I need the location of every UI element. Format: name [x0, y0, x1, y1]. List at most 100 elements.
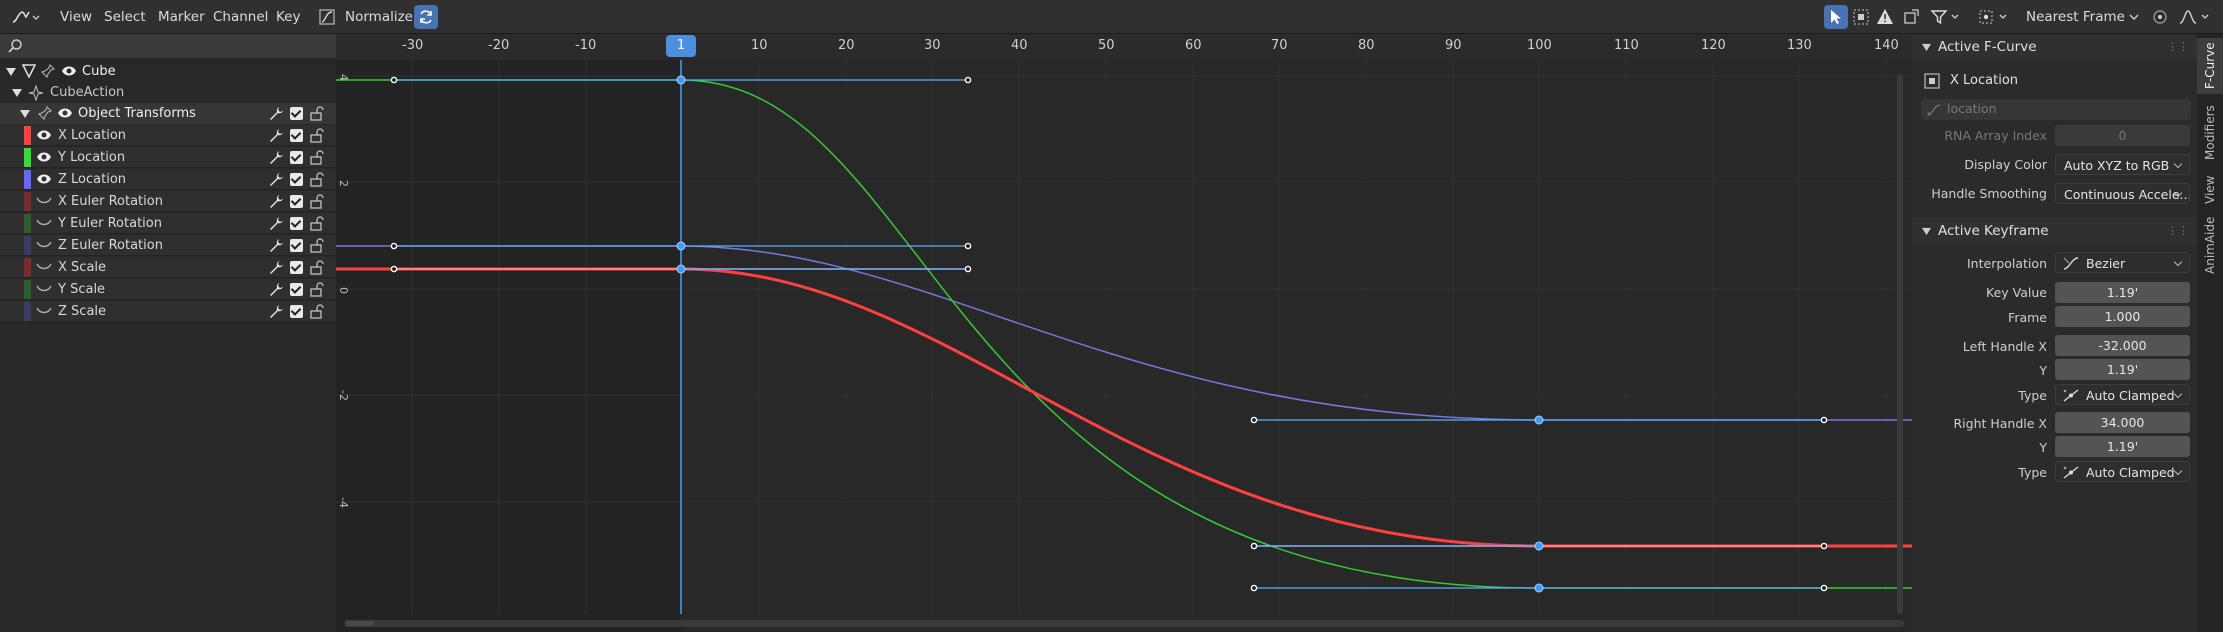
channel-item-x-euler-rotation[interactable]: X Euler Rotation [0, 191, 336, 212]
transform-button[interactable] [1900, 5, 1922, 29]
filter-dropdown[interactable] [1928, 5, 1964, 29]
rna-index-field[interactable]: 0 [2055, 125, 2190, 146]
lock-icon[interactable] [309, 106, 324, 121]
wrench-icon[interactable] [269, 238, 284, 253]
eye-closed-icon[interactable] [36, 240, 52, 250]
graph-area[interactable]: 4 2 0 -2 -4 [336, 34, 1912, 632]
mute-checkbox[interactable] [290, 195, 303, 208]
eye-closed-icon[interactable] [36, 262, 52, 272]
wrench-icon[interactable] [269, 150, 284, 165]
tab-animaide[interactable]: AnimAide [2197, 214, 2223, 276]
channel-item-z-location[interactable]: Z Location [0, 169, 336, 190]
wrench-icon[interactable] [269, 172, 284, 187]
mute-checkbox[interactable] [290, 305, 303, 318]
eye-icon[interactable] [36, 129, 52, 141]
menu-view[interactable]: View [60, 0, 92, 34]
lock-icon[interactable] [309, 238, 324, 253]
key-value-field[interactable]: 1.19' [2055, 282, 2190, 303]
channel-item-x-location[interactable]: X Location [0, 125, 336, 146]
eye-closed-icon[interactable] [36, 306, 52, 316]
expand-arrow-icon[interactable] [6, 67, 16, 77]
wrench-icon[interactable] [269, 260, 284, 275]
mute-checkbox[interactable] [290, 217, 303, 230]
pivot-dropdown[interactable] [1976, 5, 2014, 29]
warning-button[interactable] [1874, 5, 1896, 29]
expand-arrow-icon[interactable] [20, 109, 30, 119]
select-tool-button[interactable] [1824, 5, 1848, 29]
current-frame-indicator[interactable]: 1 [666, 35, 696, 57]
channel-item-y-location[interactable]: Y Location [0, 147, 336, 168]
eye-icon[interactable] [61, 65, 77, 77]
channel-group-row[interactable]: Object Transforms [0, 103, 336, 124]
lock-icon[interactable] [309, 150, 324, 165]
wrench-icon[interactable] [269, 128, 284, 143]
interpolation-dropdown[interactable]: Bezier [2055, 252, 2190, 273]
lock-icon[interactable] [309, 194, 324, 209]
right-handle-x-field[interactable]: 34.000 [2055, 412, 2190, 433]
display-color-dropdown[interactable]: Auto XYZ to RGB [2055, 154, 2190, 175]
left-handle-type-dropdown[interactable]: Auto Clamped [2055, 384, 2190, 405]
tab-f-curve[interactable]: F-Curve [2197, 38, 2223, 94]
right-handle-y-field[interactable]: 1.19' [2055, 436, 2190, 457]
expand-arrow-icon[interactable] [12, 88, 22, 98]
wrench-icon[interactable] [269, 194, 284, 209]
editor-type-button[interactable] [8, 5, 44, 29]
menu-select[interactable]: Select [104, 0, 146, 34]
mute-checkbox[interactable] [290, 107, 303, 120]
proportional-edit-button[interactable] [2150, 5, 2170, 29]
lock-icon[interactable] [309, 128, 324, 143]
channel-item-y-euler-rotation[interactable]: Y Euler Rotation [0, 213, 336, 234]
scrollbar-handle[interactable] [346, 621, 374, 626]
lock-icon[interactable] [309, 304, 324, 319]
channel-item-x-scale[interactable]: X Scale [0, 257, 336, 278]
handle-smoothing-dropdown[interactable]: Continuous Accele... [2055, 183, 2190, 204]
mute-checkbox[interactable] [290, 239, 303, 252]
mute-checkbox[interactable] [290, 283, 303, 296]
mute-checkbox[interactable] [290, 173, 303, 186]
menu-key[interactable]: Key [276, 0, 300, 34]
wrench-icon[interactable] [269, 106, 284, 121]
mute-checkbox[interactable] [290, 129, 303, 142]
menu-channel[interactable]: Channel [213, 0, 268, 34]
channel-object-row[interactable]: Cube [0, 61, 336, 82]
channel-search-bar[interactable] [0, 34, 336, 58]
eye-icon[interactable] [57, 107, 73, 119]
wrench-icon[interactable] [269, 282, 284, 297]
lock-icon[interactable] [309, 172, 324, 187]
fcurve-canvas[interactable] [336, 34, 1912, 632]
eye-closed-icon[interactable] [36, 218, 52, 228]
frame-ruler[interactable]: -30 -20 -10 10 20 30 40 50 60 70 80 90 1… [336, 34, 1912, 60]
snap-dropdown-arrow[interactable] [2126, 5, 2142, 29]
channel-item-z-euler-rotation[interactable]: Z Euler Rotation [0, 235, 336, 256]
wrench-icon[interactable] [269, 304, 284, 319]
snap-mode-dropdown[interactable]: Nearest Frame [2026, 0, 2125, 34]
lock-icon[interactable] [309, 216, 324, 231]
wrench-icon[interactable] [269, 216, 284, 231]
eye-closed-icon[interactable] [36, 196, 52, 206]
drag-grip-icon[interactable]: ⋮⋮ [2167, 34, 2189, 60]
eye-closed-icon[interactable] [36, 284, 52, 294]
mute-checkbox[interactable] [290, 261, 303, 274]
left-handle-x-field[interactable]: -32.000 [2055, 335, 2190, 356]
active-keyframe-panel-header[interactable]: Active Keyframe ⋮⋮ [1912, 218, 2197, 244]
horizontal-scrollbar[interactable] [344, 620, 1904, 627]
lock-icon[interactable] [309, 282, 324, 297]
eye-icon[interactable] [36, 151, 52, 163]
vertical-scrollbar[interactable] [1897, 74, 1903, 614]
drag-grip-icon[interactable]: ⋮⋮ [2167, 218, 2189, 244]
channel-action-row[interactable]: CubeAction [0, 82, 336, 103]
tab-modifiers[interactable]: Modifiers [2197, 100, 2223, 166]
normalize-toggle[interactable] [316, 5, 338, 29]
eye-icon[interactable] [36, 173, 52, 185]
pin-icon[interactable] [38, 106, 52, 120]
auto-normalize-button[interactable] [414, 5, 438, 29]
frame-field[interactable]: 1.000 [2055, 306, 2190, 327]
channel-item-y-scale[interactable]: Y Scale [0, 279, 336, 300]
menu-marker[interactable]: Marker [158, 0, 205, 34]
right-handle-type-dropdown[interactable]: Auto Clamped [2055, 461, 2190, 482]
lock-icon[interactable] [309, 260, 324, 275]
box-select-button[interactable] [1850, 5, 1872, 29]
left-handle-y-field[interactable]: 1.19' [2055, 359, 2190, 380]
falloff-dropdown[interactable] [2176, 5, 2216, 29]
channel-item-z-scale[interactable]: Z Scale [0, 301, 336, 322]
